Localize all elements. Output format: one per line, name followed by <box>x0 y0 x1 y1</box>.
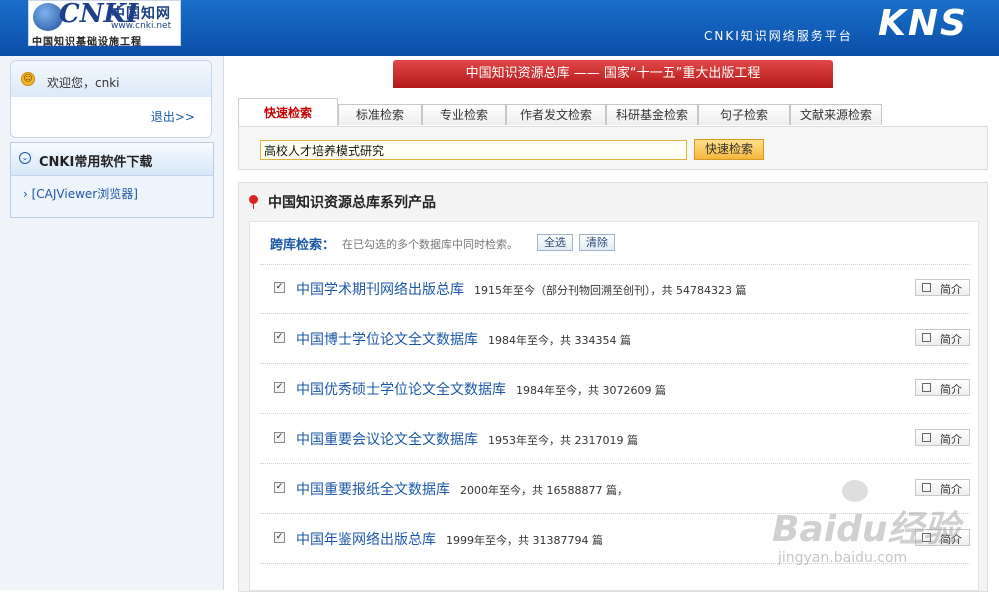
search-area: 快速检索 <box>238 126 988 170</box>
document-icon <box>922 333 931 342</box>
document-icon <box>922 383 931 392</box>
tab-standard-search[interactable]: 标准检索 <box>338 104 422 125</box>
intro-label: 简介 <box>940 333 962 346</box>
database-name[interactable]: 中国年鉴网络出版总库 1999年至今，共 31387794 篇 <box>296 529 603 549</box>
cajviewer-label: [CAJViewer浏览器] <box>31 187 138 201</box>
quick-search-button[interactable]: 快速检索 <box>694 139 764 160</box>
baidu-watermark: Baidu经验 jingyan.baidu.com <box>772 478 992 574</box>
database-name[interactable]: 中国博士学位论文全文数据库 1984年至今，共 334354 篇 <box>296 329 631 349</box>
database-info: 2000年至今，共 16588877 篇， <box>460 484 628 497</box>
database-checkbox[interactable]: ✓ <box>274 282 285 293</box>
clear-button[interactable]: 清除 <box>579 234 615 251</box>
tab-fund-search[interactable]: 科研基金检索 <box>606 104 698 125</box>
intro-label: 简介 <box>940 433 962 446</box>
header-bar: CNKI 中国知网 www.cnki.net 中国知识基础设施工程 CNKI知识… <box>0 0 999 56</box>
tab-professional-search[interactable]: 专业检索 <box>422 104 506 125</box>
database-name-text: 中国年鉴网络出版总库 <box>296 532 436 548</box>
database-name[interactable]: 中国学术期刊网络出版总库 1915年至今（部分刊物回溯至创刊），共 5478432… <box>296 279 746 299</box>
search-input[interactable] <box>260 140 687 160</box>
database-name-text: 中国博士学位论文全文数据库 <box>296 332 478 348</box>
document-icon <box>922 433 931 442</box>
left-sidebar: ☺ 欢迎您，cnki 退出>> ⌄ CNKI常用软件下载 › [CAJViewe… <box>0 56 224 590</box>
tab-author-search[interactable]: 作者发文检索 <box>506 104 606 125</box>
intro-button[interactable]: 简介 <box>915 329 970 346</box>
products-title: 中国知识资源总库系列产品 <box>268 195 436 211</box>
pin-stem <box>253 204 254 209</box>
database-checkbox[interactable]: ✓ <box>274 482 285 493</box>
tab-sentence-search[interactable]: 句子检索 <box>698 104 790 125</box>
tab-source-search[interactable]: 文献来源检索 <box>790 104 882 125</box>
database-row: ✓ 中国博士学位论文全文数据库 1984年至今，共 334354 篇 简介 <box>260 323 970 353</box>
divider <box>260 313 970 315</box>
software-download-header[interactable]: ⌄ CNKI常用软件下载 <box>11 143 213 176</box>
divider <box>260 463 970 465</box>
database-checkbox[interactable]: ✓ <box>274 382 285 393</box>
intro-button[interactable]: 简介 <box>915 279 970 296</box>
software-download-panel: ⌄ CNKI常用软件下载 › [CAJViewer浏览器] <box>10 142 214 218</box>
intro-button[interactable]: 简介 <box>915 379 970 396</box>
logo-url: www.cnki.net <box>111 21 172 31</box>
database-info: 1984年至今，共 3072609 篇 <box>516 384 666 397</box>
database-name[interactable]: 中国优秀硕士学位论文全文数据库 1984年至今，共 3072609 篇 <box>296 379 666 399</box>
divider <box>260 264 970 266</box>
database-info: 1984年至今，共 334354 篇 <box>488 334 631 347</box>
database-name[interactable]: 中国重要报纸全文数据库 2000年至今，共 16588877 篇， <box>296 479 628 499</box>
database-name-text: 中国重要报纸全文数据库 <box>296 482 450 498</box>
software-download-title: CNKI常用软件下载 <box>39 155 153 170</box>
watermark-text: Baidu经验 <box>772 509 960 550</box>
tab-quick-search[interactable]: 快速检索 <box>238 98 338 126</box>
welcome-text: 欢迎您，cnki <box>47 76 120 90</box>
kns-logo: KNS <box>878 3 968 44</box>
divider <box>260 413 970 415</box>
logout-link[interactable]: 退出>> <box>151 108 195 125</box>
database-row: ✓ 中国学术期刊网络出版总库 1915年至今（部分刊物回溯至创刊），共 54784… <box>260 273 970 303</box>
resource-banner: 中国知识资源总库 —— 国家“十一五”重大出版工程 <box>393 60 833 88</box>
cross-search-label: 跨库检索： <box>270 238 336 253</box>
database-name-text: 中国重要会议论文全文数据库 <box>296 432 478 448</box>
database-checkbox[interactable]: ✓ <box>274 532 285 543</box>
database-row: ✓ 中国重要会议论文全文数据库 1953年至今，共 2317019 篇 简介 <box>260 423 970 453</box>
database-checkbox[interactable]: ✓ <box>274 332 285 343</box>
cajviewer-link[interactable]: › [CAJViewer浏览器] <box>23 185 138 202</box>
database-info: 1953年至今，共 2317019 篇 <box>488 434 638 447</box>
welcome-header: ☺ 欢迎您，cnki <box>11 61 211 97</box>
database-name[interactable]: 中国重要会议论文全文数据库 1953年至今，共 2317019 篇 <box>296 429 638 449</box>
cross-search-hint: 在已勾选的多个数据库中同时检索。 <box>342 238 518 251</box>
platform-title: CNKI知识网络服务平台 <box>704 29 853 43</box>
intro-button[interactable]: 简介 <box>915 429 970 446</box>
pin-icon <box>249 195 258 204</box>
intro-label: 简介 <box>940 383 962 396</box>
chevron-down-icon: ⌄ <box>19 152 31 164</box>
database-info: 1915年至今（部分刊物回溯至创刊），共 54784323 篇 <box>474 284 747 297</box>
watermark-url: jingyan.baidu.com <box>778 550 908 566</box>
database-row: ✓ 中国优秀硕士学位论文全文数据库 1984年至今，共 3072609 篇 简介 <box>260 373 970 403</box>
select-all-button[interactable]: 全选 <box>537 234 573 251</box>
logo-cn-text: 中国知网 <box>111 6 171 22</box>
intro-label: 简介 <box>940 283 962 296</box>
database-info: 1999年至今，共 31387794 篇 <box>446 534 603 547</box>
divider <box>260 363 970 365</box>
database-name-text: 中国学术期刊网络出版总库 <box>296 282 464 298</box>
document-icon <box>922 283 931 292</box>
cnki-logo[interactable]: CNKI 中国知网 www.cnki.net 中国知识基础设施工程 <box>28 0 181 48</box>
database-checkbox[interactable]: ✓ <box>274 432 285 443</box>
smiley-icon: ☺ <box>21 72 35 86</box>
logo-subtitle: 中国知识基础设施工程 <box>32 37 142 48</box>
paw-icon <box>842 480 868 502</box>
welcome-panel: ☺ 欢迎您，cnki 退出>> <box>10 60 212 138</box>
database-name-text: 中国优秀硕士学位论文全文数据库 <box>296 382 506 398</box>
